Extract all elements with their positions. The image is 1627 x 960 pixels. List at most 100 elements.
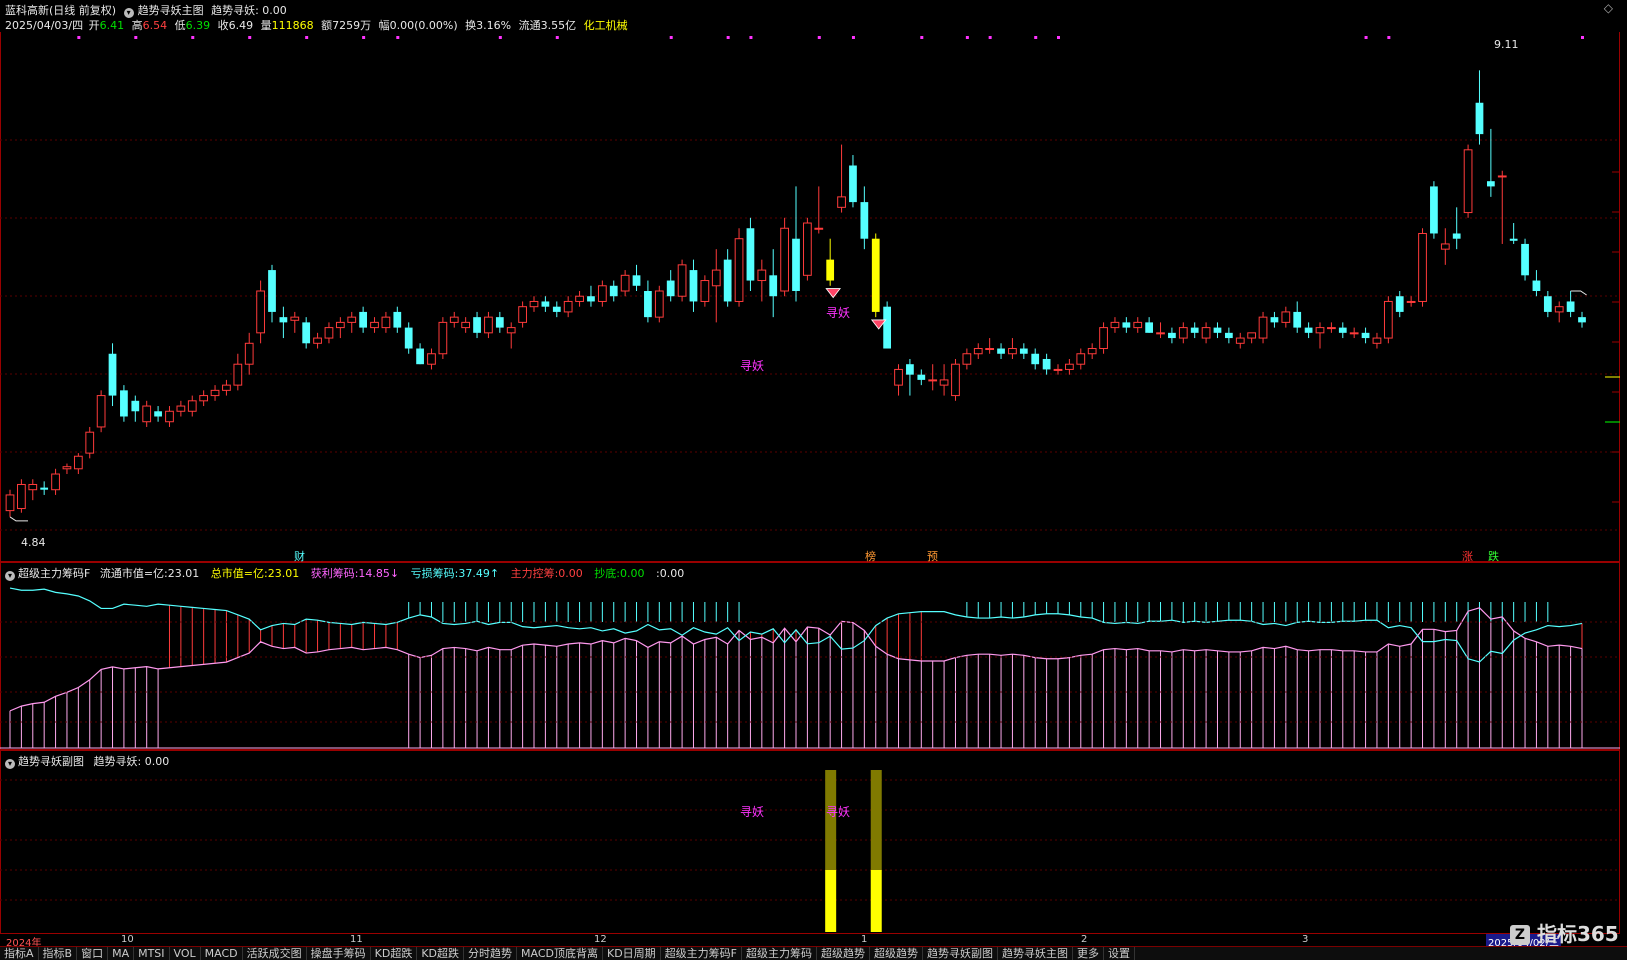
top-marker-dot [1057,36,1060,39]
candle-body [495,317,504,328]
candle-body [541,301,550,307]
quote-row: 2025/04/03/四 开6.41 高6.54 低6.39 收6.49 量11… [5,17,632,33]
candle-body [256,290,265,334]
tab-14[interactable]: 超级主力筹码F [661,947,743,960]
price-low-label: 4.84 [21,536,46,549]
signal-bar-lower [825,870,837,932]
candle-body [1521,243,1529,276]
candlestick-chart[interactable] [0,32,1627,562]
tab-21[interactable]: 设置 [1104,947,1136,960]
tab-13[interactable]: KD日周期 [603,947,661,960]
candle-body [962,353,972,365]
tab-10[interactable]: KD超跌 [417,947,465,960]
candle-body [837,196,846,208]
sector-tag[interactable]: 化工机械 [584,19,628,32]
tab-20[interactable]: 更多 [1073,947,1105,960]
candle-body [393,311,402,328]
sub-signal-chart[interactable] [0,750,1627,934]
candle-body [1213,327,1222,333]
candle-body [233,363,243,386]
top-marker-dot [851,36,855,39]
tab-1[interactable]: 指标B [39,947,78,960]
candle-body [1304,327,1313,333]
tab-5[interactable]: VOL [170,947,201,960]
candle-body [928,379,938,382]
candle-body [427,353,436,365]
top-marker-dot [669,36,673,39]
sub-signal-label-2: 寻妖 [826,805,851,819]
candle-body [529,300,539,308]
candle-body [1554,306,1564,313]
turnover-value: 3.16% [476,19,512,32]
candle-body [609,285,618,297]
top-marker-dot [749,36,753,39]
chip-chart[interactable] [0,562,1627,750]
high-value: 6.54 [142,19,168,32]
candle-body [1258,316,1268,339]
top-marker-dot [191,36,195,39]
x-axis: 2024年 10 11 12 1 2 3 2025/04/02/三 [0,934,1627,949]
brand-logo: Z 指标365 [1510,918,1619,947]
x-tick-5: 2 [1081,934,1088,945]
tab-18[interactable]: 趋势寻妖副图 [923,947,999,960]
tab-15[interactable]: 超级主力筹码 [742,947,818,960]
x-tick-2: 11 [350,934,363,945]
open-label: 开 [88,19,100,32]
tab-17[interactable]: 超级趋势 [870,947,924,960]
candle-body [780,227,789,292]
tab-0[interactable]: 指标A [0,947,39,960]
candle-body [1486,181,1495,187]
tab-4[interactable]: MTSI [134,947,170,960]
top-marker-dot [965,36,969,39]
candle-body [73,455,83,470]
top-marker-dot [362,36,366,39]
candle-body [1475,102,1484,135]
candle-body [1053,368,1063,371]
indicator-value: 趋势寻妖: 0.00 [211,4,287,17]
top-marker-dot [988,36,992,39]
top-marker-dot [305,36,309,39]
main-signal-label-1: 寻妖 [740,359,765,373]
candle-body [1327,327,1336,330]
candle-body [826,259,835,281]
candle-body [654,290,664,318]
tab-12[interactable]: MACD顶底背离 [517,947,603,960]
candle-body [563,300,573,313]
change-value: 0.00(0.00%) [389,19,458,32]
signal-bar-upper [825,770,837,870]
tab-6[interactable]: MACD [201,947,243,960]
candle-body [1509,238,1518,241]
signal-bar-upper [870,770,882,870]
tab-3[interactable]: MA [108,947,135,960]
candle-body [1133,321,1143,329]
top-marker-dot [396,36,400,39]
tab-8[interactable]: 操盘手筹码 [307,947,371,960]
low-value: 6.39 [185,19,211,32]
tab-9[interactable]: KD超跌 [371,947,418,960]
top-marker-dot [555,36,559,39]
candle-body [404,327,413,349]
tab-2[interactable]: 窗口 [77,947,109,960]
candle-body [1042,358,1051,370]
top-marker-dot [1581,36,1584,39]
candle-body [1201,327,1211,339]
tab-19[interactable]: 趋势寻妖主图 [998,947,1074,960]
candle-body [279,317,288,323]
candle-body [176,405,186,412]
candle-body [1168,332,1176,339]
candle-body [677,264,687,297]
candle-body [302,322,311,344]
brand-text: 指标365 [1536,922,1619,946]
candle-body [769,275,778,297]
candle-body [632,275,641,286]
candle-body [871,238,880,312]
tab-7[interactable]: 活跃成交图 [243,947,307,960]
candle-body [5,494,15,512]
candle-body [587,296,595,302]
tab-11[interactable]: 分时趋势 [464,947,518,960]
candle-body [416,348,424,365]
candle-body [1293,311,1302,328]
maximize-icon[interactable]: ◇ [1604,1,1613,15]
tab-16[interactable]: 超级趋势 [817,947,871,960]
candle-body [792,238,800,291]
